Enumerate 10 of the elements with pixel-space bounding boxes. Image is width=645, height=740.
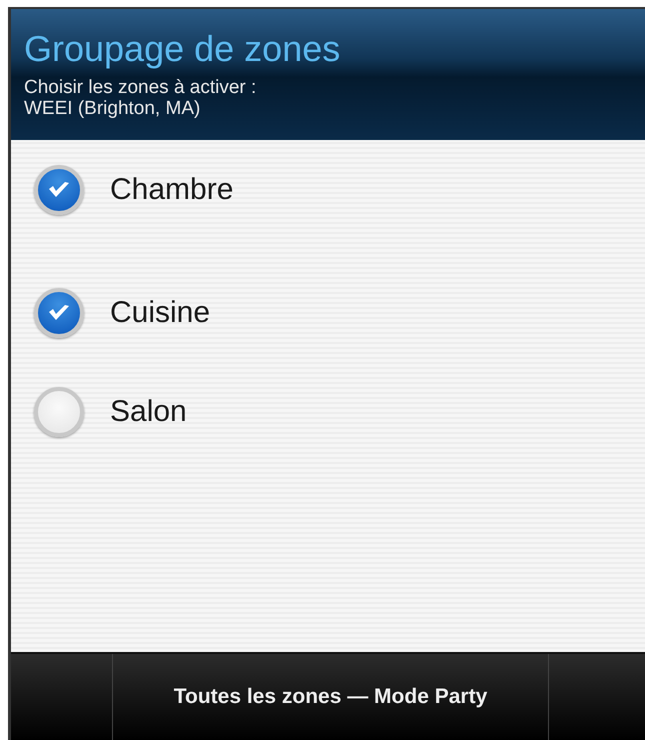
zone-label[interactable]: Chambre (110, 173, 234, 207)
station-name: WEEI (Brighton, MA) (24, 98, 200, 119)
zone-label[interactable]: Salon (110, 394, 187, 428)
checkbox[interactable] (34, 386, 84, 436)
checkbox[interactable] (34, 288, 84, 338)
zone-label[interactable]: Cuisine (110, 296, 210, 330)
checkmark-icon (47, 302, 71, 322)
checkbox[interactable] (34, 165, 84, 215)
header-title: Groupage de zones (24, 29, 340, 69)
header-subtitle: Choisir les zones à activer : (24, 77, 256, 98)
